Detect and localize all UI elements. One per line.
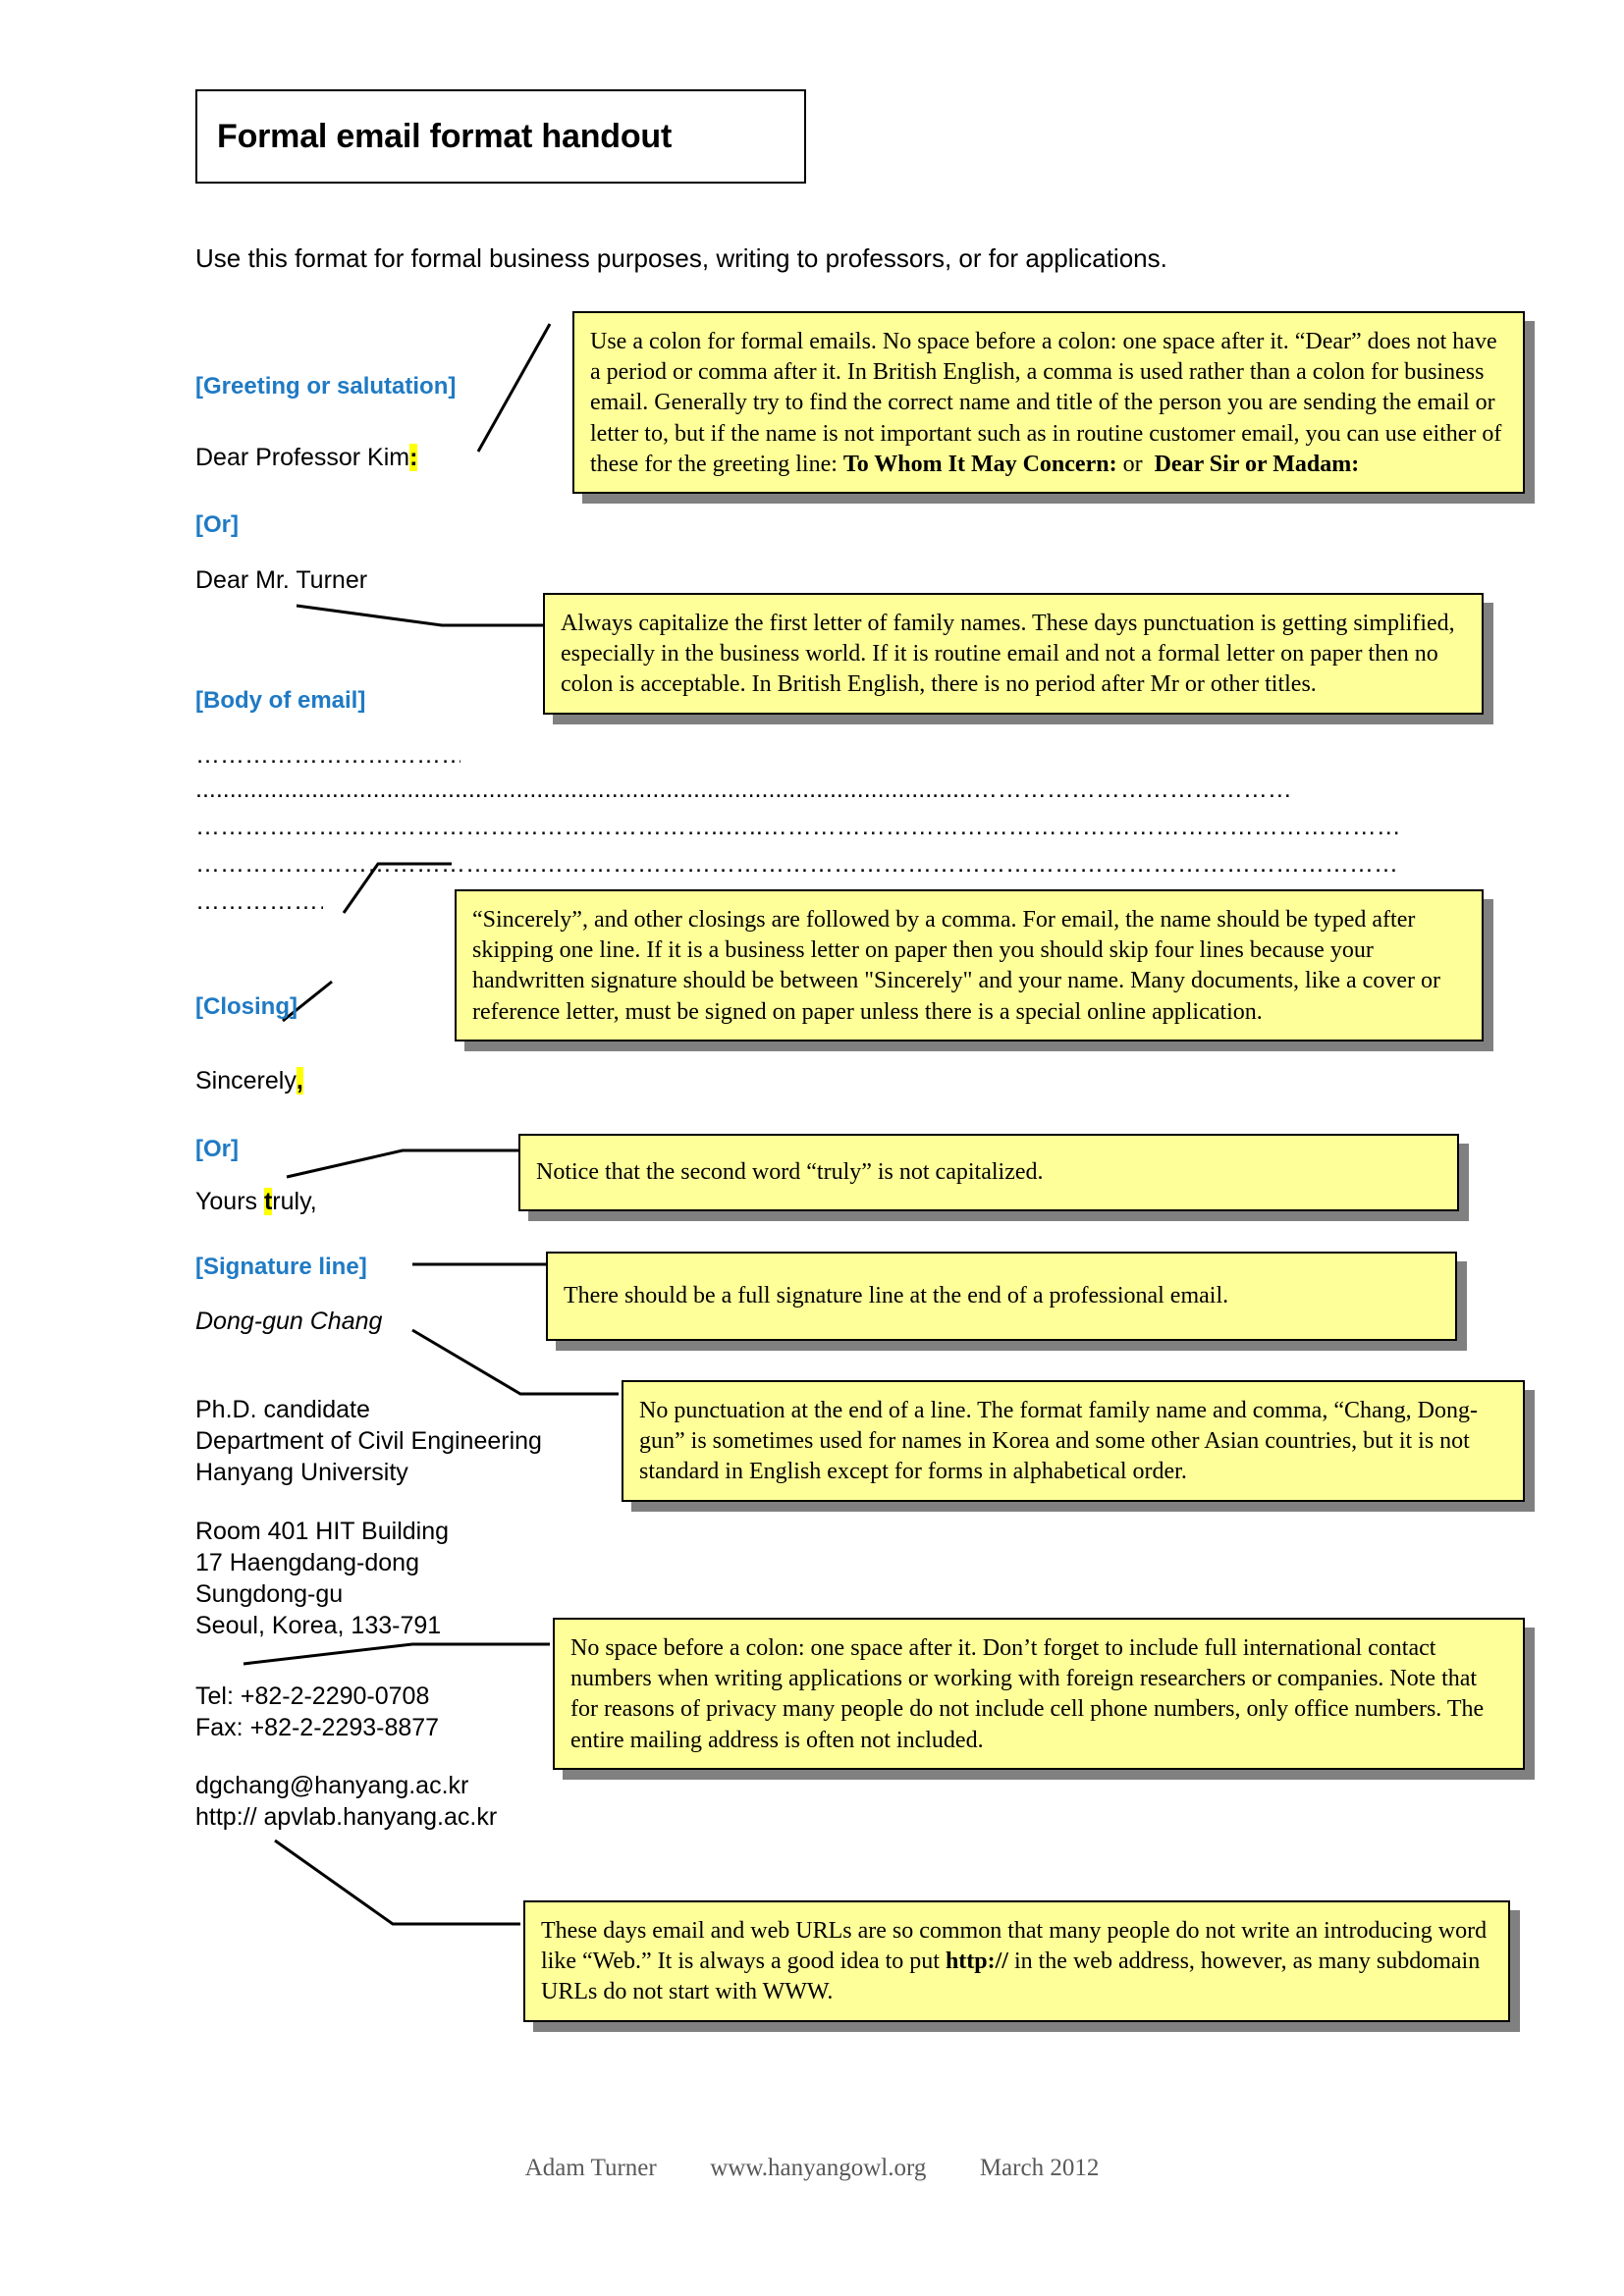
callout-closing-note: “Sincerely”, and other closings are foll… [455, 889, 1484, 1041]
body-line-1: ……………………………… [195, 741, 460, 769]
callout-greeting-note-bold-1: To Whom It May Concern: [842, 451, 1117, 477]
callout-truly-note: Notice that the second word “truly” is n… [518, 1134, 1459, 1212]
body-line-4: …………………………………………………………………………………………………………… [195, 850, 1398, 878]
closing-alt-prefix: Yours [195, 1188, 264, 1215]
greeting-sample: Dear Professor Kim: [195, 444, 418, 472]
website-url-line: http:// apvlab.hanyang.ac.kr [195, 1803, 498, 1831]
phone-line: Tel: +82-2-2290-0708 [195, 1682, 430, 1710]
callout-family-name-note: Always capitalize the first letter of fa… [543, 593, 1484, 715]
label-greeting: [Greeting or salutation] [195, 373, 457, 400]
callout-greeting-note-mid: or [1122, 451, 1143, 477]
callout-url-note-bold: http:// [945, 1949, 1008, 1975]
affiliation-line-2: Department of Civil Engineering [195, 1427, 542, 1455]
closing-sample: Sincerely, [195, 1067, 303, 1095]
address-line-2: 17 Haengdang-dong [195, 1549, 419, 1576]
callout-name-format-note: No punctuation at the end of a line. The… [622, 1380, 1525, 1502]
title-box: Formal email format handout [195, 89, 806, 184]
body-line-5: ……………… [195, 887, 323, 915]
footer-date: March 2012 [979, 2155, 1100, 2181]
label-or-1: [Or] [195, 511, 239, 538]
signature-name: Dong-gun Chang [195, 1308, 383, 1335]
callout-contact-note: No space before a colon: one space after… [553, 1618, 1525, 1770]
callout-greeting-note-bold-2: Dear Sir or Madam: [1154, 451, 1360, 477]
closing-alt-suffix: ruly, [272, 1188, 317, 1215]
page-footer: Adam Turner www.hanyangowl.org March 201… [0, 2155, 1624, 2182]
closing-comma-highlight: , [296, 1067, 303, 1095]
intro-text: Use this format for formal business purp… [195, 243, 1167, 273]
callout-url-note: These days email and web URLs are so com… [523, 1900, 1510, 2022]
closing-sample-text: Sincerely [195, 1067, 297, 1095]
callout-signature-note: There should be a full signature line at… [546, 1252, 1457, 1342]
address-line-3: Sungdong-gu [195, 1580, 344, 1608]
greeting-colon-highlight: : [409, 444, 418, 471]
address-line-4: Seoul, Korea, 133-791 [195, 1612, 442, 1639]
affiliation-line-1: Ph.D. candidate [195, 1396, 370, 1423]
footer-author: Adam Turner [524, 2155, 657, 2181]
callout-greeting-note: Use a colon for formal emails. No space … [572, 311, 1525, 494]
body-line-2: ........................................… [195, 775, 1292, 803]
label-body: [Body of email] [195, 687, 366, 714]
handout-page: Formal email format handout Use this for… [0, 0, 1624, 2296]
label-or-2: [Or] [195, 1136, 239, 1162]
email-address-line: dgchang@hanyang.ac.kr [195, 1772, 469, 1799]
affiliation-line-3: Hanyang University [195, 1459, 408, 1486]
label-signature-line: [Signature line] [195, 1254, 367, 1280]
greeting-alt-sample: Dear Mr. Turner [195, 566, 368, 594]
footer-website: www.hanyangowl.org [710, 2155, 927, 2181]
greeting-sample-text: Dear Professor Kim [195, 444, 410, 471]
address-line-1: Room 401 HIT Building [195, 1518, 450, 1545]
label-closing: [Closing] [195, 993, 298, 1020]
fax-line: Fax: +82-2-2293-8877 [195, 1714, 440, 1741]
body-line-3: ………………………………………………………..…..……………………………………… [195, 813, 1401, 840]
page-title: Formal email format handout [217, 117, 673, 155]
closing-alt-sample: Yours truly, [195, 1188, 317, 1216]
